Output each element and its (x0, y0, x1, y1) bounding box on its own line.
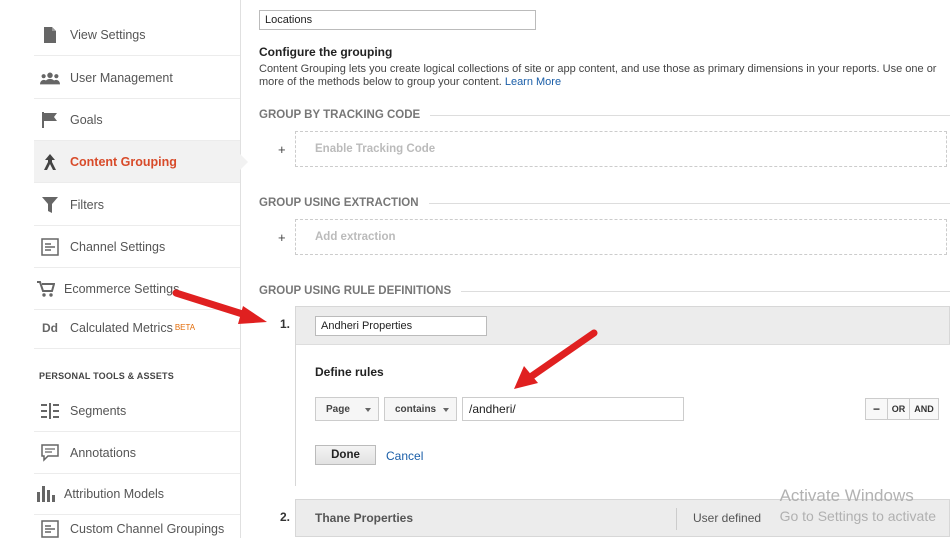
dimension-value: Page (326, 403, 350, 415)
section-header-label: GROUP USING EXTRACTION (259, 197, 419, 209)
rule-number: 2. (280, 510, 291, 524)
section-header-tracking: GROUP BY TRACKING CODE (259, 109, 950, 121)
flag-icon (40, 110, 60, 130)
sidebar-item-label: Channel Settings (70, 239, 166, 254)
rule-type: User defined (693, 511, 762, 525)
section-header-extraction: GROUP USING EXTRACTION (259, 197, 950, 209)
sidebar-item-segments[interactable]: Segments (34, 390, 240, 432)
users-icon (40, 68, 60, 88)
sidebar-item-annotations[interactable]: Annotations (34, 432, 240, 474)
sidebar-item-custom-channel-groupings[interactable]: Custom Channel Groupings (34, 508, 240, 550)
or-button[interactable]: OR (888, 399, 910, 419)
chevron-down-icon (365, 408, 371, 412)
remove-condition-button[interactable]: − (866, 399, 888, 419)
dimension-dropdown[interactable]: Page (315, 397, 379, 421)
sidebar-item-label: Ecommerce Settings (64, 281, 180, 296)
operator-dropdown[interactable]: contains (384, 397, 457, 421)
sidebar-item-calculated-metrics[interactable]: Dd Calculated Metrics BETA (34, 307, 240, 349)
sidebar-item-user-management[interactable]: User Management (34, 57, 240, 99)
sidebar-item-filters[interactable]: Filters (34, 184, 240, 226)
logic-buttons: − OR AND (865, 398, 939, 420)
rule-name: Thane Properties (315, 511, 414, 525)
sidebar-item-label: Custom Channel Groupings (70, 522, 225, 536)
sidebar: View Settings User Management Goals Cont… (0, 0, 248, 538)
learn-more-link[interactable]: Learn More (505, 76, 561, 88)
enable-tracking-code-button[interactable]: Enable Tracking Code (295, 131, 947, 167)
watermark-title: Activate Windows (779, 486, 914, 505)
sidebar-item-ecommerce-settings[interactable]: Ecommerce Settings (34, 268, 240, 310)
divider (430, 114, 950, 116)
channel-icon (40, 519, 60, 539)
funnel-icon (40, 195, 60, 215)
plus-icon: + (278, 142, 286, 157)
define-rules-label: Define rules (315, 365, 384, 379)
add-extraction-label: Add extraction (315, 231, 396, 243)
annotation-icon (40, 443, 60, 463)
sidebar-item-label: Segments (70, 403, 127, 418)
cancel-link[interactable]: Cancel (386, 449, 423, 463)
rule-name-input[interactable] (315, 316, 487, 336)
configure-description-text: Content Grouping lets you create logical… (259, 63, 937, 88)
rule-number: 1. (280, 317, 291, 331)
and-button[interactable]: AND (910, 399, 938, 419)
section-header-rules: GROUP USING RULE DEFINITIONS (259, 285, 950, 297)
activation-watermark: Activate Windows Go to Settings to activ… (780, 486, 936, 524)
sidebar-item-content-grouping[interactable]: Content Grouping (34, 141, 248, 183)
beta-badge: BETA (174, 323, 196, 332)
plus-icon: + (278, 230, 286, 245)
sidebar-item-label: Content Grouping (70, 154, 177, 169)
divider (461, 290, 950, 292)
done-button[interactable]: Done (315, 445, 376, 465)
segments-icon (40, 401, 60, 421)
rule-value-input[interactable] (462, 397, 684, 421)
rule-editor: Define rules Page contains − OR AND Done… (296, 344, 950, 486)
content-grouping-icon (40, 152, 60, 172)
chevron-down-icon (443, 408, 449, 412)
section-header-label: GROUP USING RULE DEFINITIONS (259, 285, 452, 297)
section-title: PERSONAL TOOLS & ASSETS (39, 371, 174, 381)
sidebar-item-label: Goals (70, 112, 103, 127)
grouping-name-input[interactable] (259, 10, 536, 30)
sidebar-item-channel-settings[interactable]: Channel Settings (34, 226, 240, 268)
section-header-label: GROUP BY TRACKING CODE (259, 109, 421, 121)
configure-title: Configure the grouping (259, 45, 393, 59)
bar-chart-icon (36, 484, 56, 504)
sidebar-item-goals[interactable]: Goals (34, 99, 240, 141)
watermark-subtitle: Go to Settings to activate (779, 508, 936, 524)
sidebar-item-label: User Management (70, 70, 173, 85)
divider (428, 202, 950, 204)
enable-tracking-code-label: Enable Tracking Code (315, 143, 436, 155)
channel-icon (40, 237, 60, 257)
add-extraction-button[interactable]: Add extraction (295, 219, 947, 255)
sidebar-item-label: Filters (70, 197, 105, 212)
divider (676, 508, 677, 530)
rule-card: Define rules Page contains − OR AND Done… (295, 306, 950, 486)
operator-value: contains (395, 403, 437, 415)
sidebar-item-label: Annotations (70, 445, 137, 460)
sidebar-item-label: Calculated Metrics (70, 320, 173, 335)
sidebar-item-label: View Settings (70, 27, 146, 42)
cart-icon (36, 279, 56, 299)
configure-description: Content Grouping lets you create logical… (259, 63, 950, 89)
page-icon (40, 25, 60, 45)
sidebar-item-view-settings[interactable]: View Settings (34, 14, 240, 56)
main-panel: Configure the grouping Content Grouping … (259, 0, 950, 538)
dd-icon: Dd (42, 320, 58, 335)
sidebar-item-label: Attribution Models (64, 486, 165, 501)
